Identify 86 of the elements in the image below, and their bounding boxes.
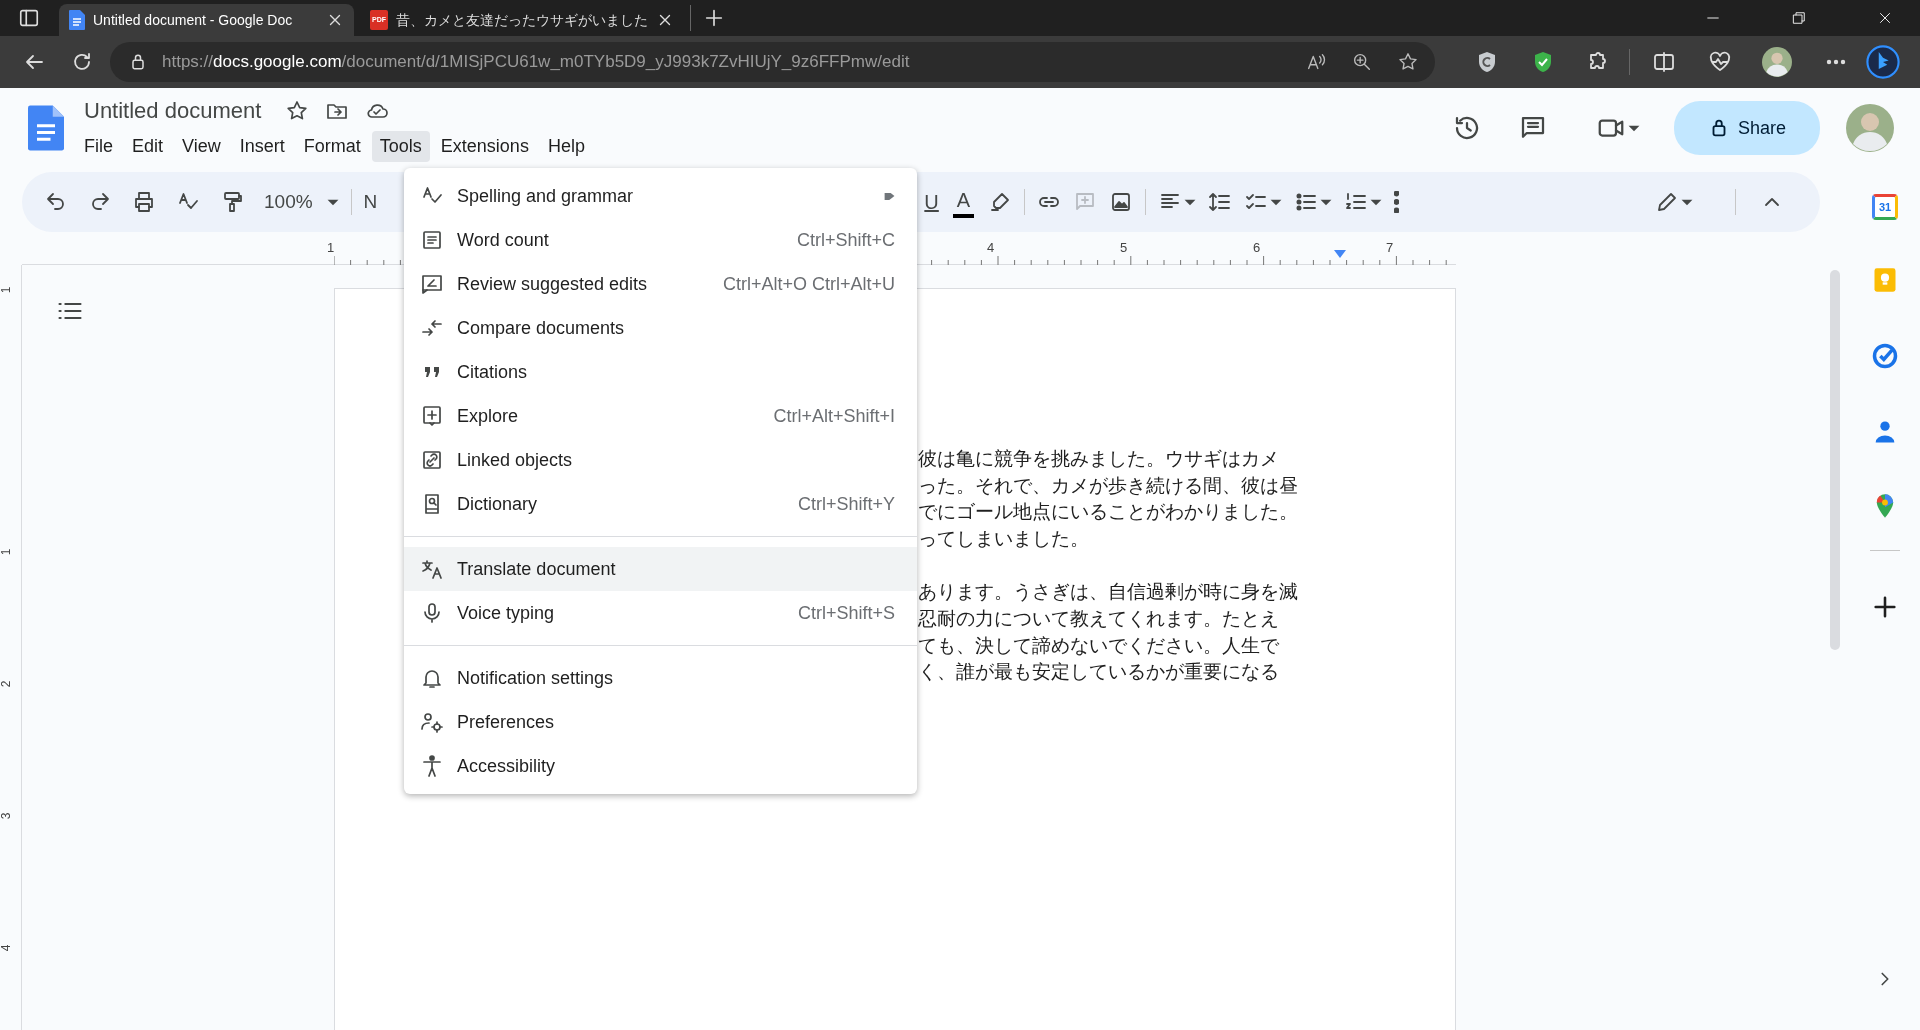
text-line: く、誰が最も安定しているかが重要になる (918, 660, 1280, 685)
text-line: った。それで、カメが歩き続ける間、彼は昼 (918, 473, 1299, 498)
tab-title: Untitled document - Google Doc (93, 11, 293, 28)
text-line: ってしまいました。 (918, 526, 1090, 551)
caret-icon (1370, 198, 1383, 206)
health-icon[interactable] (1708, 50, 1732, 74)
ruler-number: 7 (1386, 239, 1394, 257)
explore-icon (420, 404, 444, 428)
ruler-number: 5 (1120, 239, 1128, 257)
vmore-icon (1394, 191, 1400, 213)
text-line: でにゴール地点にいることがわかりました。 (918, 500, 1299, 525)
word-count-icon (420, 228, 444, 252)
ruler-number: 1 (0, 548, 15, 556)
document-title[interactable]: Untitled document (84, 94, 262, 127)
text-line: あります。うさぎは、自信過剰が時に身を滅 (918, 580, 1299, 605)
menu-item[interactable]: Insert (231, 131, 293, 162)
url-text[interactable]: https://docs.google.com/document/d/1MISjPCU61w_m0TYb5D9_yJ993k7ZvHIUjY_9z6FFPmw/edit (162, 49, 910, 75)
pencil-icon (1655, 190, 1679, 214)
menu-item[interactable]: Voice typing Ctrl+Shift+S (404, 591, 917, 635)
caret-icon (1681, 198, 1693, 206)
split-screen-icon[interactable] (1652, 50, 1676, 74)
menu-item[interactable]: Word count Ctrl+Shift+C (404, 218, 917, 262)
tasks-icon[interactable] (1871, 342, 1899, 370)
ruler-number: 4 (0, 944, 15, 952)
menu-item[interactable]: Notification settings (404, 656, 917, 700)
ruler-number: 2 (0, 680, 15, 688)
caret-icon (1184, 198, 1197, 206)
menu-item[interactable]: Edit (124, 131, 172, 162)
text-color-button[interactable]: A (952, 186, 975, 218)
tab-actions-icon[interactable] (18, 7, 40, 29)
caret-icon (1628, 124, 1640, 132)
linked-icon (420, 448, 444, 472)
text-line: 忍耐の力について教えてくれます。たとえ (918, 606, 1280, 631)
scrollbar[interactable] (1830, 270, 1840, 650)
caret-icon (326, 198, 339, 206)
restore-icon[interactable] (1790, 9, 1808, 27)
menu-item[interactable]: Help (539, 131, 593, 162)
menu-item[interactable]: Review suggested edits Ctrl+Alt+O Ctrl+Alt+U (404, 262, 917, 306)
tab-title: 昔、カメと友達だったウサギがいました (396, 11, 648, 28)
underline-button[interactable]: U (918, 184, 945, 220)
menu-item[interactable]: Citations (404, 350, 917, 394)
shortcut-text: Ctrl+Shift+C (796, 228, 895, 252)
ruler-number: 3 (0, 812, 15, 820)
shortcut-text: Ctrl+Alt+O Ctrl+Alt+U (722, 272, 895, 296)
address-bar[interactable]: https://docs.google.com/document/d/1MISjPCU61w_m0TYb5D9_yJ993k7ZvHIUjY_9z6FFPmw/edit (110, 42, 1435, 82)
print-icon (132, 190, 156, 214)
menu-item[interactable]: Tools (371, 131, 430, 162)
menu-item[interactable]: Spelling and grammar (404, 174, 917, 218)
favorite-star-icon[interactable] (1397, 51, 1419, 73)
ruler-number: 1 (327, 239, 335, 257)
menu-item[interactable]: Extensions (432, 131, 537, 162)
style-dropdown[interactable]: N (357, 184, 384, 220)
caret-icon (1270, 198, 1283, 206)
text-line: ても、決して諦めないでください。人生で (918, 633, 1280, 658)
menu-item[interactable]: Compare documents (404, 306, 917, 350)
avatar[interactable] (1762, 47, 1792, 77)
menu-item[interactable]: Dictionary Ctrl+Shift+Y (404, 482, 917, 526)
docs-logo[interactable] (28, 104, 64, 152)
ruler-number: 4 (987, 239, 995, 257)
spacing-icon (1208, 190, 1233, 214)
ruler-number: 6 (1253, 239, 1261, 257)
calendar-icon[interactable]: 31 (1872, 194, 1898, 220)
shortcut-text: Ctrl+Shift+S (797, 601, 895, 625)
menu-item[interactable]: Preferences (404, 700, 917, 744)
ruler-number: 1 (0, 286, 15, 294)
share-button[interactable]: Share (1674, 101, 1820, 155)
menu-item[interactable]: Linked objects (404, 438, 917, 482)
browser-tab[interactable]: Untitled document - Google Doc (59, 4, 354, 36)
menu-item[interactable]: File (76, 131, 121, 162)
menu-item[interactable]: Translate document (404, 547, 917, 591)
accessibility-icon (420, 754, 444, 778)
menu-item[interactable]: Explore Ctrl+Alt+Shift+I (404, 394, 917, 438)
text-line: 彼は亀に競争を挑みました。ウサギはカメ (918, 447, 1280, 471)
caret-icon (1320, 198, 1333, 206)
shortcut-text: Ctrl+Shift+Y (797, 492, 895, 516)
review-icon (420, 272, 444, 296)
preferences-icon (420, 710, 444, 734)
zoom-dropdown[interactable]: 100% (258, 184, 345, 220)
shortcut-text: Ctrl+Alt+Shift+I (773, 404, 895, 428)
docs-icon (69, 10, 85, 30)
menu-item[interactable]: View (174, 131, 229, 162)
translate-icon (420, 557, 444, 581)
menu-item[interactable]: Accessibility (404, 744, 917, 788)
menu-item[interactable]: Format (295, 131, 369, 162)
new-tab-icon[interactable] (703, 7, 725, 29)
zoom-icon[interactable] (1351, 51, 1373, 73)
